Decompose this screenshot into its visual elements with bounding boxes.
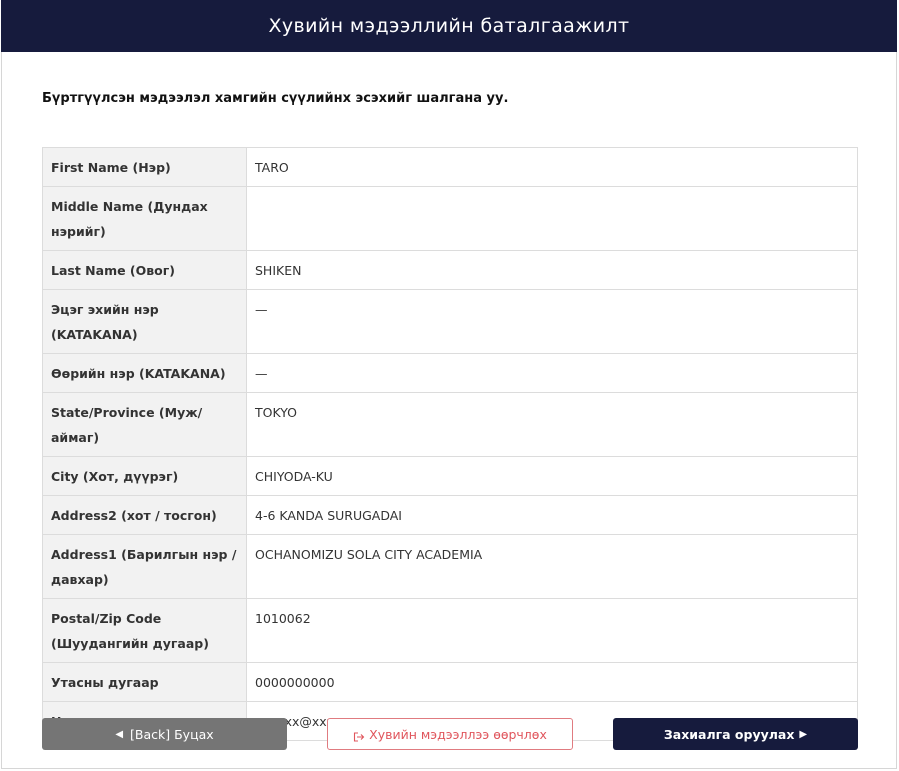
table-row: State/Province (Муж/аймаг) TOKYO <box>42 392 858 457</box>
table-row: Middle Name (Дундах нэрийг) <box>42 186 858 251</box>
table-row: Эцэг эхийн нэр (KATAKANA) — <box>42 289 858 354</box>
intro-text: Бүртгүүлсэн мэдээлэл хамгийн сүүлийнх эс… <box>42 91 509 106</box>
row-label: Last Name (Овог) <box>42 250 247 290</box>
row-value: SHIKEN <box>246 250 858 290</box>
table-row: Postal/Zip Code (Шуудангийн дугаар) 1010… <box>42 598 858 663</box>
row-value: TOKYO <box>246 392 858 457</box>
row-label: Middle Name (Дундах нэрийг) <box>42 186 247 251</box>
row-value: 4-6 KANDA SURUGADAI <box>246 495 858 535</box>
back-button[interactable]: ◀ [Back] Буцах <box>42 718 287 750</box>
personal-info-table: First Name (Нэр) TARO Middle Name (Дунда… <box>42 147 858 741</box>
row-value: CHIYODA-KU <box>246 456 858 496</box>
table-row: Address1 (Барилгын нэр / давхар) OCHANOM… <box>42 534 858 599</box>
edit-button-label: Хувийн мэдээллээ өөрчлөх <box>369 726 547 742</box>
table-row: First Name (Нэр) TARO <box>42 147 858 187</box>
back-button-label: [Back] Буцах <box>130 726 214 742</box>
row-value: — <box>246 353 858 393</box>
row-value: TARO <box>246 147 858 187</box>
row-value <box>246 186 858 251</box>
row-label: Address1 (Барилгын нэр / давхар) <box>42 534 247 599</box>
row-value: 1010062 <box>246 598 858 663</box>
row-label: City (Хот, дүүрэг) <box>42 456 247 496</box>
caret-right-icon: ▶ <box>799 728 808 740</box>
row-value: OCHANOMIZU SOLA CITY ACADEMIA <box>246 534 858 599</box>
table-row: Өөрийн нэр (KATAKANA) — <box>42 353 858 393</box>
row-label: Address2 (хот / тосгон) <box>42 495 247 535</box>
row-label: First Name (Нэр) <box>42 147 247 187</box>
submit-order-button[interactable]: Захиалга оруулах ▶ <box>613 718 858 750</box>
row-label: State/Province (Муж/аймаг) <box>42 392 247 457</box>
row-label: Утасны дугаар <box>42 662 247 702</box>
sign-out-icon <box>353 730 365 742</box>
row-label: Эцэг эхийн нэр (KATAKANA) <box>42 289 247 354</box>
table-row: City (Хот, дүүрэг) CHIYODA-KU <box>42 456 858 496</box>
submit-button-label: Захиалга оруулах <box>663 726 795 742</box>
row-value: 0000000000 <box>246 662 858 702</box>
table-row: Address2 (хот / тосгон) 4-6 KANDA SURUGA… <box>42 495 858 535</box>
row-label: Postal/Zip Code (Шуудангийн дугаар) <box>42 598 247 663</box>
row-value: — <box>246 289 858 354</box>
edit-personal-info-button[interactable]: Хувийн мэдээллээ өөрчлөх <box>327 718 573 750</box>
table-row: Утасны дугаар 0000000000 <box>42 662 858 702</box>
caret-left-icon: ◀ <box>115 728 124 740</box>
page-title: Хувийн мэдээллийн баталгаажилт <box>268 15 630 37</box>
table-row: Last Name (Овог) SHIKEN <box>42 250 858 290</box>
page-header: Хувийн мэдээллийн баталгаажилт <box>1 0 897 52</box>
row-label: Өөрийн нэр (KATAKANA) <box>42 353 247 393</box>
